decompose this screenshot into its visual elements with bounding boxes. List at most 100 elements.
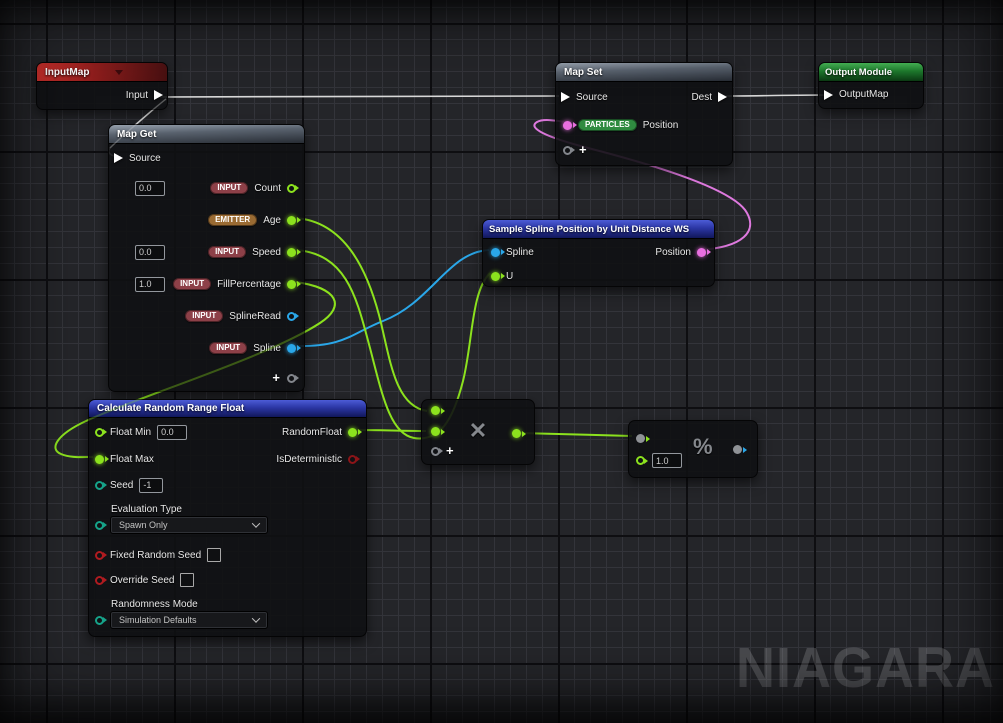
fillpercentage-default-input[interactable] [135, 277, 165, 292]
modulo-b-input[interactable] [652, 453, 682, 468]
override-seed-pin[interactable] [95, 576, 104, 585]
node-map-get[interactable]: Map Get Source INPUT Count EMITTER Age I… [108, 124, 305, 392]
calc-random-title: Calculate Random Range Float [97, 403, 244, 414]
seed-label: Seed [110, 480, 133, 491]
sample-spline-title: Sample Spline Position by Unit Distance … [489, 224, 689, 235]
multiply-symbol: ✕ [422, 418, 534, 444]
float-max-pin[interactable] [95, 455, 104, 464]
chevron-down-icon [252, 614, 260, 622]
map-set-dest-pin[interactable] [718, 92, 727, 102]
node-output-module[interactable]: Output Module OutputMap [818, 62, 924, 109]
input-badge: INPUT [208, 246, 246, 258]
spline-input-label: Spline [506, 247, 534, 258]
randomfloat-pin[interactable] [348, 428, 357, 437]
spline-input-pin[interactable] [491, 248, 500, 257]
map-set-source-pin[interactable] [561, 92, 570, 102]
modulo-symbol: % [693, 434, 713, 460]
node-input-map[interactable]: InputMap Input [36, 62, 168, 110]
node-calculate-random-range-float[interactable]: Calculate Random Range Float Float Min R… [88, 399, 367, 637]
position-pin-label: Position [643, 120, 679, 131]
niagara-graph-canvas[interactable]: NIAGARA InputMap Input Map Get Source [0, 0, 1003, 723]
input-badge: INPUT [210, 182, 248, 194]
add-pin[interactable] [563, 146, 572, 155]
fillpercentage-pin[interactable] [287, 280, 296, 289]
modulo-output-pin[interactable] [733, 445, 742, 454]
count-default-input[interactable] [135, 181, 165, 196]
isdeterministic-pin[interactable] [348, 455, 357, 464]
outputmap-pin[interactable] [824, 90, 833, 100]
input-pin-label: Input [126, 90, 148, 101]
isdeterministic-label: IsDeterministic [276, 454, 342, 465]
input-map-header[interactable]: InputMap [37, 63, 167, 82]
map-get-title: Map Get [117, 129, 156, 140]
add-pin-button[interactable]: + [272, 373, 280, 383]
sample-spline-header[interactable]: Sample Spline Position by Unit Distance … [483, 220, 714, 239]
wire-spline-to-samplespline [296, 250, 489, 346]
splineread-pin-label: SplineRead [229, 311, 281, 322]
multiply-input-a-pin[interactable] [431, 406, 440, 415]
node-sample-spline[interactable]: Sample Spline Position by Unit Distance … [482, 219, 715, 287]
input-badge: INPUT [209, 342, 247, 354]
fixed-random-seed-checkbox[interactable] [207, 548, 221, 562]
node-map-set[interactable]: Map Set Source Dest PARTICLES Position + [555, 62, 733, 166]
source-pin-label: Source [576, 92, 608, 103]
node-modulo[interactable]: % [628, 420, 758, 478]
override-seed-label: Override Seed [110, 575, 174, 586]
fixed-random-seed-label: Fixed Random Seed [110, 550, 201, 561]
float-min-label: Float Min [110, 427, 151, 438]
count-pin-label: Count [254, 183, 281, 194]
dest-pin-label: Dest [691, 92, 712, 103]
override-seed-checkbox[interactable] [180, 573, 194, 587]
input-badge: INPUT [185, 310, 223, 322]
seed-pin[interactable] [95, 481, 104, 490]
chevron-down-icon [252, 519, 260, 527]
multiply-add-pin[interactable] [431, 447, 440, 456]
randomness-mode-dropdown[interactable]: Simulation Defaults [110, 611, 268, 629]
add-pin[interactable] [287, 374, 296, 383]
age-pin-label: Age [263, 215, 281, 226]
input-badge: INPUT [173, 278, 211, 290]
input-map-title: InputMap [45, 67, 89, 78]
wire-dest-to-outputmap [720, 95, 827, 96]
input-map-output-pin[interactable] [154, 90, 163, 100]
seed-input[interactable] [139, 478, 163, 493]
map-get-header[interactable]: Map Get [109, 125, 304, 144]
randomfloat-label: RandomFloat [282, 427, 342, 438]
u-input-label: U [506, 271, 513, 282]
evaluation-type-value: Spawn Only [119, 520, 168, 530]
evaluation-type-label: Evaluation Type [111, 504, 182, 515]
u-input-pin[interactable] [491, 272, 500, 281]
add-pin-button[interactable]: + [579, 145, 587, 155]
map-set-header[interactable]: Map Set [556, 63, 732, 82]
calc-random-header[interactable]: Calculate Random Range Float [89, 400, 366, 418]
wire-input-to-mapset-source [157, 96, 559, 97]
particles-badge: PARTICLES [578, 119, 637, 131]
modulo-input-a-pin[interactable] [636, 434, 645, 443]
position-pin[interactable] [563, 121, 572, 130]
modulo-input-b-pin[interactable] [636, 456, 645, 465]
wire-randomfloat-to-multiply [357, 430, 426, 431]
node-multiply[interactable]: ✕ + [421, 399, 535, 465]
position-output-label: Position [655, 247, 691, 258]
randomness-mode-pin[interactable] [95, 616, 104, 625]
count-pin[interactable] [287, 184, 296, 193]
speed-default-input[interactable] [135, 245, 165, 260]
speed-pin[interactable] [287, 248, 296, 257]
evaluation-type-pin[interactable] [95, 521, 104, 530]
age-pin[interactable] [287, 216, 296, 225]
add-pin-button[interactable]: + [446, 446, 454, 456]
output-module-header[interactable]: Output Module [819, 63, 923, 82]
position-output-pin[interactable] [697, 248, 706, 257]
float-min-pin[interactable] [95, 428, 104, 437]
map-get-source-pin[interactable] [114, 153, 123, 163]
fixed-random-seed-pin[interactable] [95, 551, 104, 560]
output-module-title: Output Module [825, 67, 892, 78]
chevron-down-icon[interactable] [115, 70, 123, 75]
emitter-badge: EMITTER [208, 214, 257, 226]
fillpercentage-pin-label: FillPercentage [217, 279, 281, 290]
evaluation-type-dropdown[interactable]: Spawn Only [110, 516, 268, 534]
float-min-input[interactable] [157, 425, 187, 440]
splineread-pin[interactable] [287, 312, 296, 321]
spline-pin[interactable] [287, 344, 296, 353]
map-set-title: Map Set [564, 67, 602, 78]
